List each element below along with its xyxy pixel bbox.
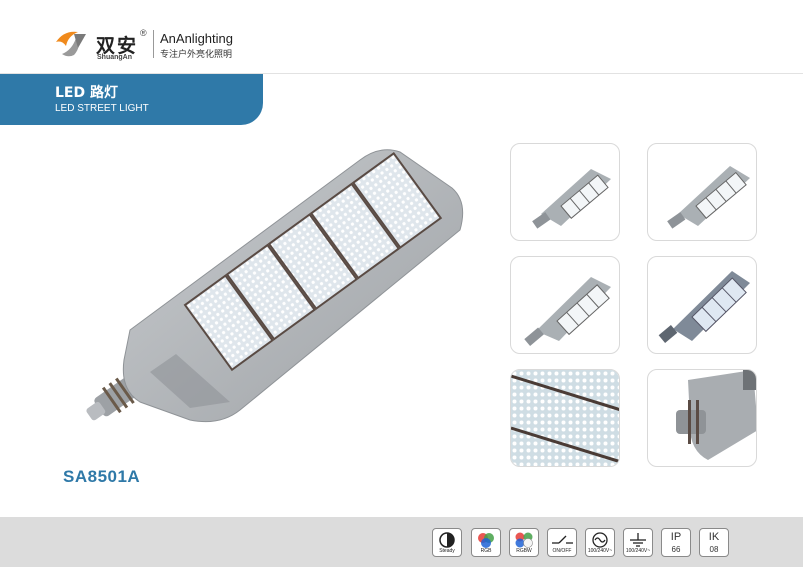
registered-mark: ® [140, 28, 147, 38]
brand-slogan: 专注户外亮化照明 [160, 50, 233, 60]
thumbnail-led-closeup [510, 369, 620, 467]
ik-rating-badge: IK 08 [699, 528, 729, 557]
thumbnail-angle-view-1 [510, 256, 620, 354]
rgb-icon: RGB [471, 528, 501, 557]
category-banner: LED 路灯 LED STREET LIGHT [0, 74, 263, 125]
steady-icon: Steady [432, 528, 462, 557]
ip-rating-badge: IP 66 [661, 528, 691, 557]
thumbnail-top-view-2 [647, 143, 757, 241]
thumbnail-mount-closeup [647, 369, 757, 467]
page-header: 双安 ® ShuangAn AnAnlighting 专注户外亮化照明 [0, 0, 803, 74]
brand-logo-icon [56, 31, 86, 57]
category-title-cn: LED 路灯 [55, 85, 118, 101]
brand-name-en: AnAnlighting [160, 31, 233, 46]
thumbnail-angle-view-2 [647, 256, 757, 354]
street-light-main-image [86, 149, 464, 423]
category-title-en: LED STREET LIGHT [55, 103, 149, 114]
ground-icon: 100/240V~ [623, 528, 653, 557]
feature-footer: Steady RGB RGBW ON/OFF 100/240V~ 100/240… [0, 517, 803, 567]
rgbw-icon: RGBW [509, 528, 539, 557]
ac-voltage-icon: 100/240V~ [585, 528, 615, 557]
switch-icon: ON/OFF [547, 528, 577, 557]
thumbnail-top-view-1 [510, 143, 620, 241]
brand-pinyin: ShuangAn [97, 54, 132, 61]
product-model: SA8501A [63, 467, 141, 486]
brand-divider [153, 30, 154, 58]
